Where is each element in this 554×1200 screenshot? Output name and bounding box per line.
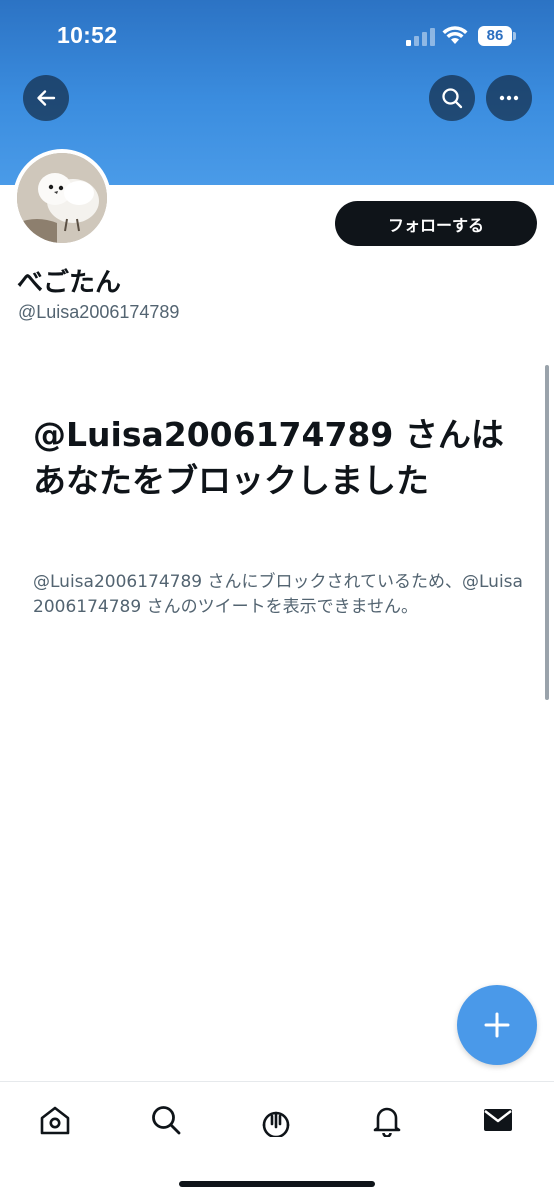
blocked-notice-description: @Luisa2006174789 さんにブロックされているため、@Luisa20… <box>33 572 523 617</box>
battery-tip <box>513 32 516 40</box>
tab-spaces[interactable] <box>258 1102 294 1138</box>
blocked-notice-title: @Luisa2006174789 さんはあなたをブロックしました <box>33 415 504 500</box>
spaces-icon <box>262 1111 290 1137</box>
battery-level: 86 <box>486 27 504 44</box>
status-time: 10:52 <box>57 22 118 48</box>
cellular-signal-icon <box>406 28 435 46</box>
profile-avatar[interactable] <box>13 149 111 247</box>
mail-icon <box>484 1109 512 1131</box>
plus-icon <box>484 1012 510 1038</box>
tab-search[interactable] <box>148 1102 184 1138</box>
more-button[interactable] <box>486 75 532 121</box>
status-bar: 10:52 86 <box>0 0 554 70</box>
tab-messages[interactable] <box>480 1102 516 1138</box>
compose-tweet-button[interactable] <box>457 985 537 1065</box>
profile-display-name: べごたん <box>17 268 122 298</box>
wifi-icon <box>442 26 468 44</box>
arrow-left-icon <box>37 90 56 106</box>
tab-home[interactable] <box>37 1102 73 1138</box>
bird-avatar-illustration <box>17 153 107 243</box>
more-horizontal-icon <box>499 95 519 101</box>
scrollbar[interactable] <box>545 365 549 700</box>
tab-notifications[interactable] <box>369 1102 405 1138</box>
back-button[interactable] <box>23 75 69 121</box>
follow-button[interactable]: フォローする <box>335 201 537 246</box>
search-button[interactable] <box>429 75 475 121</box>
profile-handle: @Luisa2006174789 <box>18 302 180 322</box>
avatar-image <box>17 153 107 243</box>
battery-indicator: 86 <box>478 26 512 46</box>
search-icon <box>442 88 463 109</box>
home-indicator <box>179 1181 375 1187</box>
home-icon <box>40 1106 70 1135</box>
search-icon <box>152 1106 181 1135</box>
bell-icon <box>373 1107 401 1137</box>
